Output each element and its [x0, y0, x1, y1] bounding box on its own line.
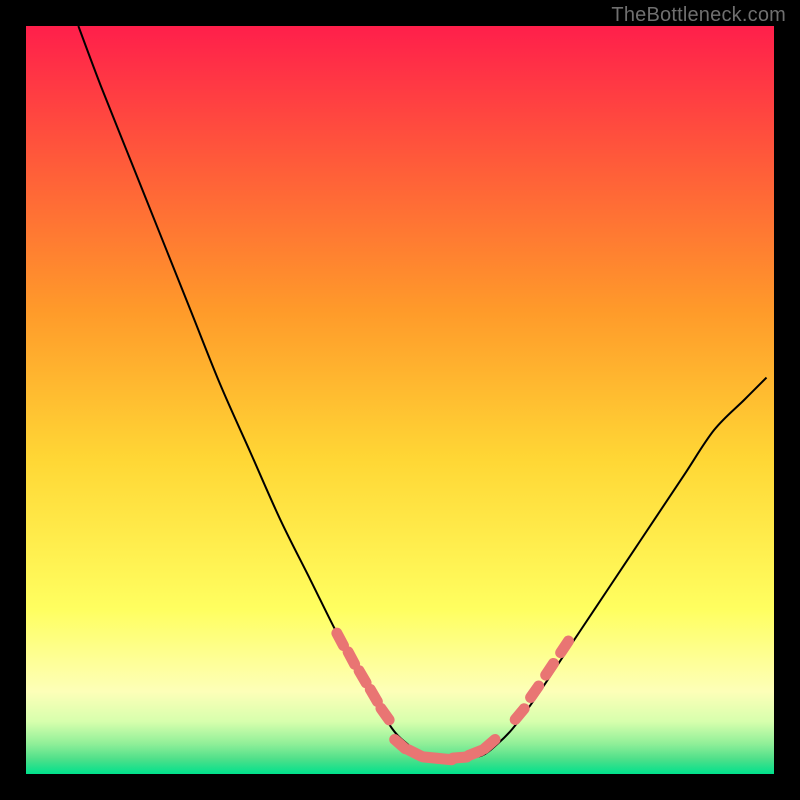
curve-marker — [546, 663, 554, 675]
curve-marker — [484, 739, 495, 748]
curve-marker — [381, 708, 389, 719]
curve-marker — [370, 689, 377, 701]
curve-marker — [468, 750, 481, 755]
gradient-background — [26, 26, 774, 774]
curve-marker — [348, 652, 355, 664]
chart-frame: TheBottleneck.com — [0, 0, 800, 800]
plot-area — [26, 26, 774, 774]
chart-svg — [26, 26, 774, 774]
curve-marker — [561, 641, 569, 653]
curve-marker — [515, 709, 524, 720]
curve-marker — [337, 633, 344, 645]
curve-marker — [359, 671, 366, 683]
curve-marker — [531, 686, 539, 697]
curve-marker — [395, 739, 406, 748]
watermark-text: TheBottleneck.com — [611, 4, 786, 27]
